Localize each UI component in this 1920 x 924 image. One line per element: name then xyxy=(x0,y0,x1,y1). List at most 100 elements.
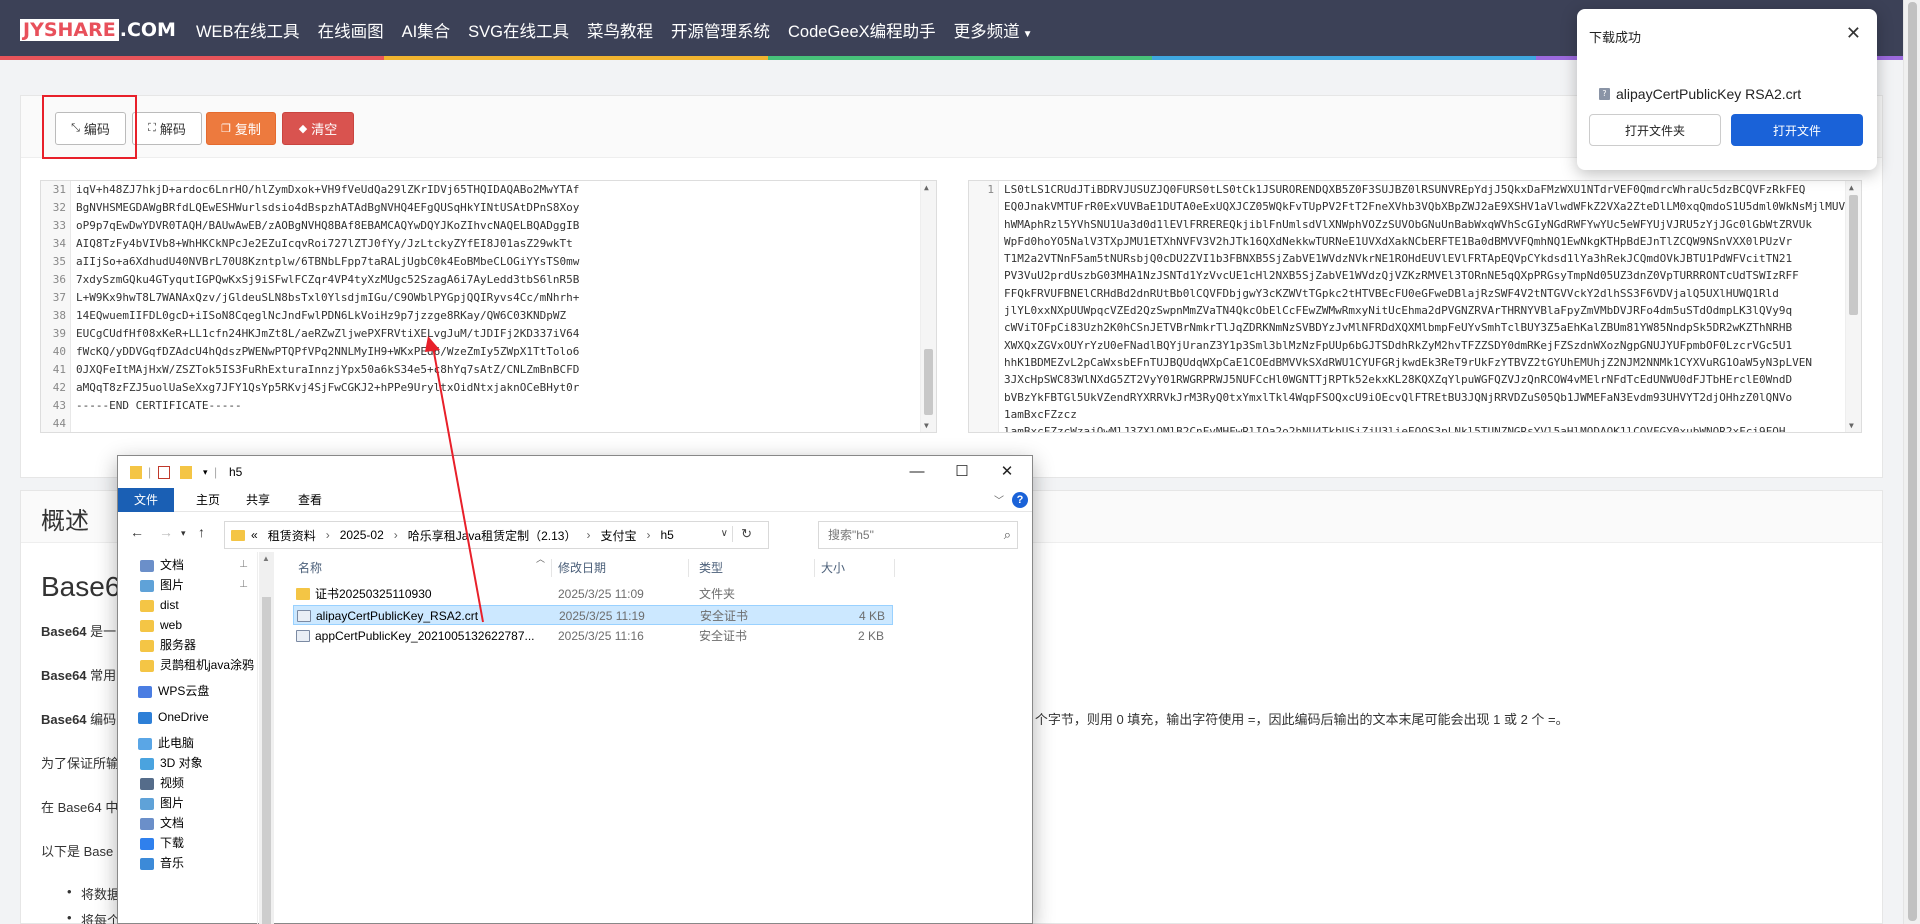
chevron-down-icon[interactable]: ▾ xyxy=(181,528,186,539)
address-bar[interactable]: « 租赁资料 › 2025-02 › 哈乐享租Java租赁定制（2.13） › 支付宝… xyxy=(224,521,769,549)
decode-button[interactable]: ⛶ 解码 xyxy=(132,112,202,145)
search-input[interactable]: 搜索"h5" ⌕ xyxy=(818,521,1018,549)
nav-link-more[interactable]: 更多频道 ▼ xyxy=(954,18,1033,42)
output-editor[interactable]: 1 LS0tLS1CRUdJTiBDRVJUSUZJQ0FURS0tLS0tCk… xyxy=(968,180,1862,433)
properties-icon[interactable] xyxy=(158,466,170,479)
column-header-name[interactable]: 名称 xyxy=(298,556,322,580)
input-code-area[interactable]: iqV+h48ZJ7hkjD+ardoc6LnrHO/hlZymDxok+VH9… xyxy=(76,181,920,432)
line-number: 34 xyxy=(52,237,66,250)
maximize-icon[interactable]: ☐ xyxy=(947,460,977,484)
sidebar-item[interactable]: 此电脑 xyxy=(118,732,258,754)
nav-link-runoob[interactable]: 菜鸟教程 xyxy=(587,18,653,42)
file-row[interactable]: appCertPublicKey_2021005132622787... 2025… xyxy=(293,626,893,646)
tab-view[interactable]: 查看 xyxy=(288,488,332,512)
tab-home[interactable]: 主页 xyxy=(186,488,230,512)
column-divider[interactable] xyxy=(688,559,689,577)
sidebar-item[interactable]: 下载 xyxy=(118,832,258,854)
input-line-gutter: 31 32 33 34 35 36 37 38 39 40 41 42 43 44 xyxy=(41,181,71,432)
sidebar-item[interactable]: 3D 对象 xyxy=(118,752,258,774)
column-divider[interactable] xyxy=(551,559,552,577)
chevron-right-icon: › xyxy=(586,528,591,542)
nav-link-drawing[interactable]: 在线画图 xyxy=(318,18,384,42)
scroll-up-icon[interactable]: ▲ xyxy=(1849,183,1854,192)
chevron-down-icon[interactable]: ﹀ xyxy=(994,492,1004,507)
up-icon[interactable]: ↑ xyxy=(198,524,205,540)
file-row[interactable]: alipayCertPublicKey_RSA2.crt 2025/3/25 11… xyxy=(293,605,893,625)
page-scrollbar[interactable] xyxy=(1903,0,1920,924)
sidebar-item[interactable]: WPS云盘 xyxy=(118,680,258,702)
breadcrumb-overflow[interactable]: « xyxy=(251,528,258,542)
column-header-date[interactable]: 修改日期 xyxy=(558,556,606,580)
input-editor[interactable]: 31 32 33 34 35 36 37 38 39 40 41 42 43 44 iqV+h48ZJ7h… xyxy=(40,180,937,433)
close-icon[interactable]: ✕ xyxy=(1846,23,1861,44)
new-folder-icon[interactable] xyxy=(180,466,192,479)
line-number: 41 xyxy=(52,363,66,376)
minimize-icon[interactable]: — xyxy=(902,460,932,484)
help-icon[interactable]: ? xyxy=(1012,492,1028,508)
sidebar-item[interactable]: 图片 ⊥ xyxy=(118,574,258,596)
site-logo[interactable]: JYSHARE .COM xyxy=(20,19,176,41)
sidebar-item[interactable]: 音乐 xyxy=(118,852,258,874)
article-paragraph: 以下是 Base xyxy=(41,844,114,859)
section-title: 概述 xyxy=(41,508,89,535)
scroll-up-icon[interactable]: ▲ xyxy=(924,183,929,192)
scroll-thumb[interactable] xyxy=(262,597,271,924)
breadcrumb-item[interactable]: h5 xyxy=(660,528,673,542)
input-editor-scrollbar[interactable]: ▲ ▼ xyxy=(920,181,936,432)
nav-link-opensource[interactable]: 开源管理系统 xyxy=(671,18,770,42)
scroll-down-icon[interactable]: ▼ xyxy=(1849,421,1854,430)
scroll-thumb[interactable] xyxy=(924,349,933,415)
code-line: WpFd0hoYO5NalV3TXpJMU1ETXhNVFV3V2hJTk16Q… xyxy=(1004,234,1793,248)
nav-pane-scrollbar[interactable]: ▲ xyxy=(259,552,274,924)
clear-button[interactable]: ◆ 清空 xyxy=(282,112,354,145)
code-line: -----END CERTIFICATE----- xyxy=(76,399,242,412)
back-icon[interactable]: ← xyxy=(130,524,144,540)
sidebar-item[interactable]: 灵鹊租机java涂鸦 xyxy=(118,654,258,676)
breadcrumb-item[interactable]: 租赁资料 xyxy=(268,527,316,544)
breadcrumb-item[interactable]: 支付宝 xyxy=(600,527,636,544)
nav-link-codegeex[interactable]: CodeGeeX编程助手 xyxy=(788,18,936,42)
sidebar-item[interactable]: 视频 xyxy=(118,772,258,794)
downloaded-filename[interactable]: alipayCertPublicKey RSA2.crt xyxy=(1616,86,1801,102)
copy-button[interactable]: ❐ 复制 xyxy=(206,112,276,145)
chevron-down-icon[interactable]: ▾ xyxy=(203,467,208,478)
close-icon[interactable]: ✕ xyxy=(992,460,1022,484)
scroll-thumb[interactable] xyxy=(1849,195,1858,315)
nav-link-ai[interactable]: AI集合 xyxy=(402,18,451,42)
file-row[interactable]: 证书20250325110930 2025/3/25 11:09 文件夹 xyxy=(293,584,893,604)
sidebar-item[interactable]: OneDrive xyxy=(118,706,258,728)
code-line: EUCgCUdfHf08xKeR+LL1cfn24HKJmZt8L/aeRZwZ… xyxy=(76,327,580,340)
output-code-area[interactable]: LS0tLS1CRUdJTiBDRVJUSUZJQ0FURS0tLS0tCk1J… xyxy=(1004,181,1845,432)
sidebar-item[interactable]: 文档 ⊥ xyxy=(118,554,258,576)
tab-share[interactable]: 共享 xyxy=(236,488,280,512)
column-header-type[interactable]: 类型 xyxy=(699,556,723,580)
breadcrumb-item[interactable]: 哈乐享租Java租赁定制（2.13） xyxy=(408,527,577,544)
open-folder-button[interactable]: 打开文件夹 xyxy=(1589,114,1721,146)
sidebar-item[interactable]: 文档 xyxy=(118,812,258,834)
nav-link-svg[interactable]: SVG在线工具 xyxy=(468,18,569,42)
sidebar-item[interactable]: 图片 xyxy=(118,792,258,814)
sidebar-item[interactable]: 服务器 xyxy=(118,634,258,656)
sidebar-item[interactable]: web xyxy=(118,614,258,636)
nav-link-web-tools[interactable]: WEB在线工具 xyxy=(196,18,300,42)
videos-icon xyxy=(140,777,154,790)
scroll-down-icon[interactable]: ▼ xyxy=(924,421,929,430)
breadcrumb-item[interactable]: 2025-02 xyxy=(340,528,384,542)
column-divider[interactable] xyxy=(894,559,895,577)
sidebar-item[interactable]: dist xyxy=(118,594,258,616)
chevron-down-icon[interactable]: ∨ xyxy=(721,528,728,539)
column-header-size[interactable]: 大小 xyxy=(821,556,845,580)
column-divider[interactable] xyxy=(814,559,815,577)
scroll-up-icon[interactable]: ▲ xyxy=(262,554,270,563)
code-line: 7xdySzmGQku4GTyqutIGPQwKxSj9iSFwlFCZqr4V… xyxy=(76,273,580,286)
output-editor-scrollbar[interactable]: ▲ ▼ xyxy=(1845,181,1861,432)
page-scroll-thumb[interactable] xyxy=(1908,2,1917,921)
sidebar-item-label: dist xyxy=(160,598,179,612)
search-icon[interactable]: ⌕ xyxy=(1004,522,1011,548)
code-line: aIIjSo+a6XdhudU40NVBrL70U8Kzntplw/6TBNbL… xyxy=(76,255,580,268)
forward-icon[interactable]: → xyxy=(159,524,173,540)
open-file-button[interactable]: 打开文件 xyxy=(1731,114,1863,146)
copy-label: 复制 xyxy=(234,122,261,137)
refresh-icon[interactable]: ↻ xyxy=(732,526,752,542)
tab-file[interactable]: 文件 xyxy=(118,488,174,512)
